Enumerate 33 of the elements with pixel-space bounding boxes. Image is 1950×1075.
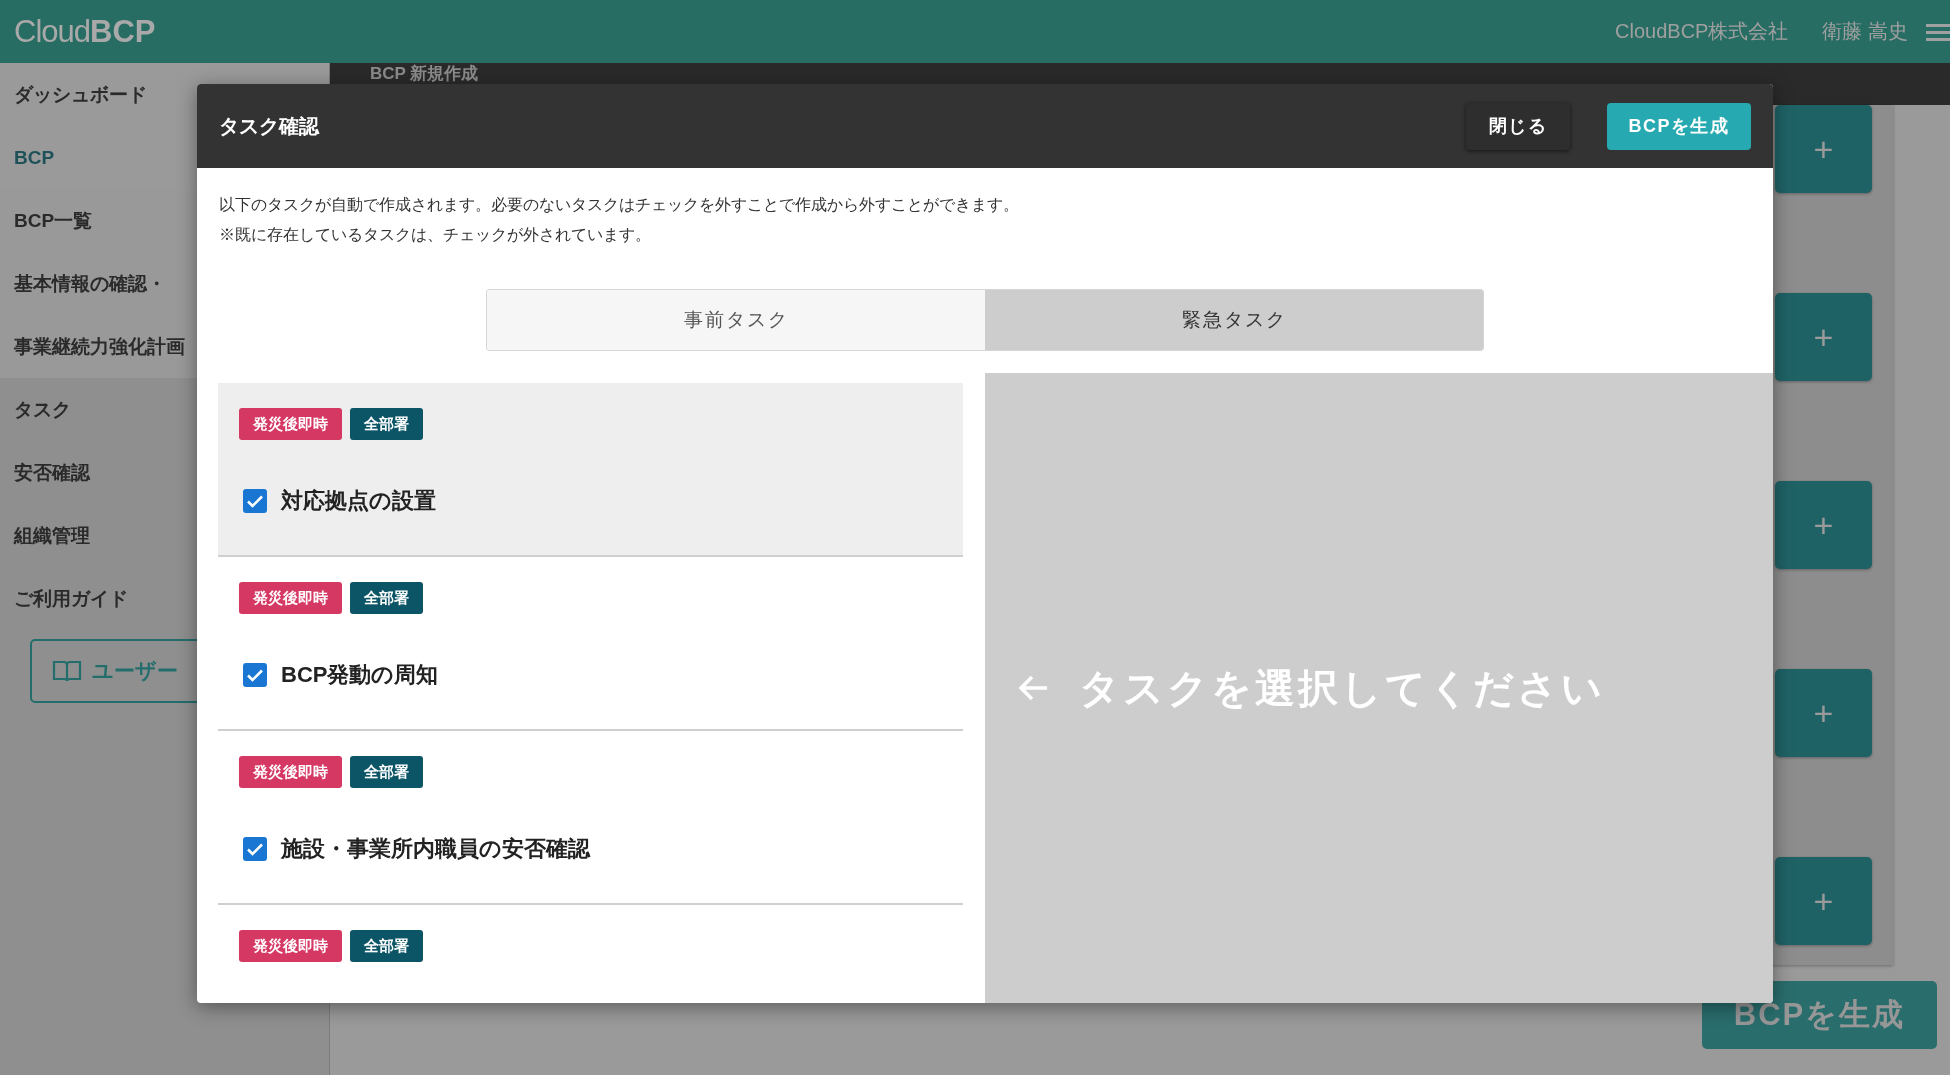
tag: 全部署 [350, 408, 423, 440]
tag: 発災後即時 [239, 756, 342, 788]
modal-title: タスク確認 [219, 113, 321, 139]
task-title: 対応拠点の設置 [281, 487, 436, 515]
task-title: 施設・事業所内職員の安否確認 [281, 835, 590, 863]
user-name: 衛藤 嵩史 [1822, 19, 1908, 44]
arrow-left-icon [1017, 674, 1049, 702]
checkbox[interactable] [243, 837, 267, 861]
tab[interactable]: 緊急タスク [985, 290, 1483, 350]
tag: 発災後即時 [239, 408, 342, 440]
tag: 全部署 [350, 930, 423, 962]
description-text: 以下のタスクが自動で作成されます。必要のないタスクはチェックを外すことで作成から外すことができます。 [219, 195, 1019, 215]
logo: CloudBCP [14, 13, 156, 50]
add-button[interactable]: + [1775, 105, 1872, 193]
tab[interactable]: 事前タスク [487, 290, 985, 350]
tag: 全部署 [350, 582, 423, 614]
menu-icon[interactable] [1926, 23, 1950, 41]
tag: 発災後即時 [239, 582, 342, 614]
close-button[interactable]: 閉じる [1466, 102, 1570, 150]
add-button[interactable]: + [1775, 857, 1872, 945]
checkbox[interactable] [243, 489, 267, 513]
checkbox[interactable] [243, 663, 267, 687]
tag: 発災後即時 [239, 930, 342, 962]
company-name: CloudBCP株式会社 [1615, 19, 1789, 44]
generate-button[interactable]: BCPを生成 [1607, 102, 1751, 150]
add-button[interactable]: + [1775, 481, 1872, 569]
tag: 全部署 [350, 756, 423, 788]
page-title: BCP 新規作成 [370, 63, 479, 84]
add-button[interactable]: + [1775, 669, 1872, 757]
book-icon [52, 659, 82, 683]
description-text: ※既に存在しているタスクは、チェックが外されています。 [219, 225, 651, 245]
add-button[interactable]: + [1775, 293, 1872, 381]
task-item[interactable]: 発災後即時 全部署 対応拠点の設置 [218, 383, 963, 557]
